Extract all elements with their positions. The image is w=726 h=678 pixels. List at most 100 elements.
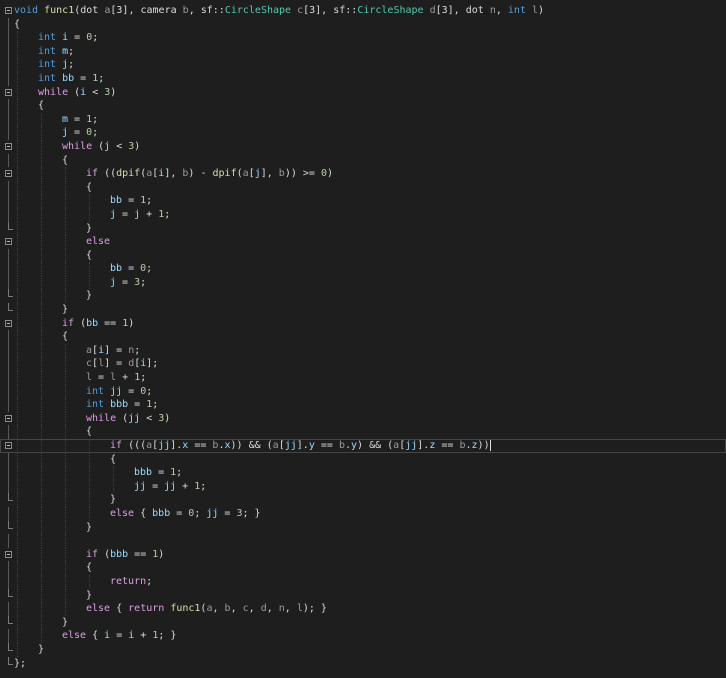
line-content: }	[62, 303, 68, 317]
line-content: else { bbb = 0; jj = 3; }	[110, 507, 261, 521]
code-line[interactable]: {	[0, 99, 726, 113]
code-token: ; }	[242, 507, 261, 519]
code-line[interactable]: {	[0, 452, 726, 467]
code-line[interactable]: if (bb == 1)	[0, 316, 726, 331]
code-line[interactable]: while (jj < 3)	[0, 411, 726, 426]
code-line[interactable]: int m;	[0, 44, 726, 59]
code-line[interactable]: if (bbb == 1)	[0, 547, 726, 562]
code-line[interactable]: j = 0;	[0, 126, 726, 140]
code-token: ;	[92, 113, 99, 125]
code-token: jj	[158, 440, 171, 451]
fold-range-line	[8, 330, 9, 344]
code-token: ].	[417, 440, 430, 451]
collapse-toggle-icon[interactable]	[5, 170, 12, 178]
code-line[interactable]: }	[0, 520, 726, 535]
code-token: +	[176, 480, 195, 492]
code-line[interactable]: else { return func1(a, b, c, d, n, l); }	[0, 602, 726, 616]
code-token: int	[507, 5, 526, 16]
code-line[interactable]: else	[0, 235, 726, 249]
code-line[interactable]: {	[0, 248, 726, 263]
code-line[interactable]: if ((dpif(a[i], b) - dpif(a[j], b)) >= 0…	[0, 167, 726, 181]
indent-guide	[17, 180, 18, 195]
code-line[interactable]: j = 3;	[0, 275, 726, 290]
fold-range-line	[8, 207, 9, 222]
code-line[interactable]: m = 1;	[0, 112, 726, 127]
code-line[interactable]: {	[0, 17, 726, 32]
code-line[interactable]: int bbb = 1;	[0, 398, 726, 412]
indent-guide	[17, 615, 18, 630]
collapse-toggle-icon[interactable]	[5, 442, 12, 449]
code-line[interactable]: return;	[0, 574, 726, 589]
indent-guide	[41, 574, 42, 589]
collapse-toggle-icon[interactable]	[5, 550, 12, 558]
indent-guide	[17, 520, 18, 535]
code-token: ,	[248, 603, 261, 615]
line-content: {	[86, 249, 92, 263]
collapse-toggle-icon[interactable]	[5, 319, 12, 327]
code-line[interactable]: while (j < 3)	[0, 139, 726, 154]
indent-guide	[65, 506, 66, 521]
code-line[interactable]: int jj = 0;	[0, 384, 726, 399]
indent-guide	[17, 642, 18, 657]
code-line[interactable]: else { bbb = 0; jj = 3; }	[0, 506, 726, 521]
code-line[interactable]: void func1(dot a[3], camera b, sf::Circl…	[0, 4, 726, 18]
code-line[interactable]: }	[0, 588, 726, 603]
indent-guide	[17, 574, 18, 589]
code-line[interactable]: {	[0, 180, 726, 195]
code-line[interactable]: bb = 0;	[0, 262, 726, 276]
code-token: ;	[200, 480, 207, 492]
code-line[interactable]: }	[0, 289, 726, 304]
code-token: ==	[98, 317, 123, 329]
indent-guide	[41, 303, 42, 317]
collapse-toggle-icon[interactable]	[5, 88, 12, 96]
code-line[interactable]: bbb = 1;	[0, 466, 726, 480]
code-line[interactable]: if (((a[jj].x == b.x)) && (a[jj].y == b.…	[0, 439, 726, 453]
code-line[interactable]: while (i < 3)	[0, 85, 726, 100]
fold-end-marker	[8, 520, 13, 529]
code-token: ((	[98, 168, 117, 180]
code-line[interactable]: {	[0, 561, 726, 575]
code-token: ],	[260, 168, 279, 180]
code-line[interactable]: };	[0, 656, 726, 671]
code-line[interactable]: }	[0, 493, 726, 507]
indent-guide	[89, 275, 90, 290]
code-line[interactable]: }	[0, 615, 726, 630]
code-line[interactable]: }	[0, 642, 726, 657]
collapse-toggle-icon[interactable]	[5, 238, 12, 246]
code-line[interactable]: {	[0, 425, 726, 439]
code-line[interactable]: j = j + 1;	[0, 207, 726, 222]
code-line[interactable]: jj = jj + 1;	[0, 479, 726, 494]
collapse-toggle-icon[interactable]	[5, 7, 12, 14]
indent-guide	[41, 615, 42, 630]
code-line[interactable]: int j;	[0, 58, 726, 72]
code-token: bbb	[110, 548, 129, 560]
indent-guide	[17, 547, 18, 562]
code-line[interactable]: l = l + 1;	[0, 371, 726, 385]
code-line[interactable]	[0, 534, 726, 548]
line-content: }	[86, 521, 92, 535]
indent-guide	[17, 561, 18, 575]
code-token: (	[116, 412, 129, 424]
code-line[interactable]: int i = 0;	[0, 31, 726, 45]
code-line[interactable]: a[i] = n;	[0, 343, 726, 358]
line-content: int jj = 0;	[86, 385, 152, 399]
line-content: {	[38, 99, 44, 113]
code-line[interactable]: {	[0, 330, 726, 344]
code-line[interactable]: }	[0, 303, 726, 317]
code-line[interactable]: else { i = i + 1; }	[0, 629, 726, 643]
code-editor[interactable]: void func1(dot a[3], camera b, sf::Circl…	[0, 0, 726, 678]
code-line[interactable]: int bb = 1;	[0, 71, 726, 86]
indent-guide	[65, 425, 66, 439]
indent-guide	[41, 330, 42, 344]
code-token: [3],	[110, 5, 141, 16]
code-line[interactable]: c[l] = d[i];	[0, 357, 726, 372]
code-token: (	[98, 548, 111, 560]
collapse-toggle-icon[interactable]	[5, 414, 12, 422]
code-line[interactable]: }	[0, 221, 726, 236]
indent-guide	[65, 439, 66, 453]
line-content: j = j + 1;	[110, 208, 170, 222]
code-line[interactable]: {	[0, 153, 726, 168]
collapse-toggle-icon[interactable]	[5, 142, 12, 150]
code-line[interactable]: bb = 1;	[0, 194, 726, 208]
line-content: int bbb = 1;	[86, 398, 158, 412]
